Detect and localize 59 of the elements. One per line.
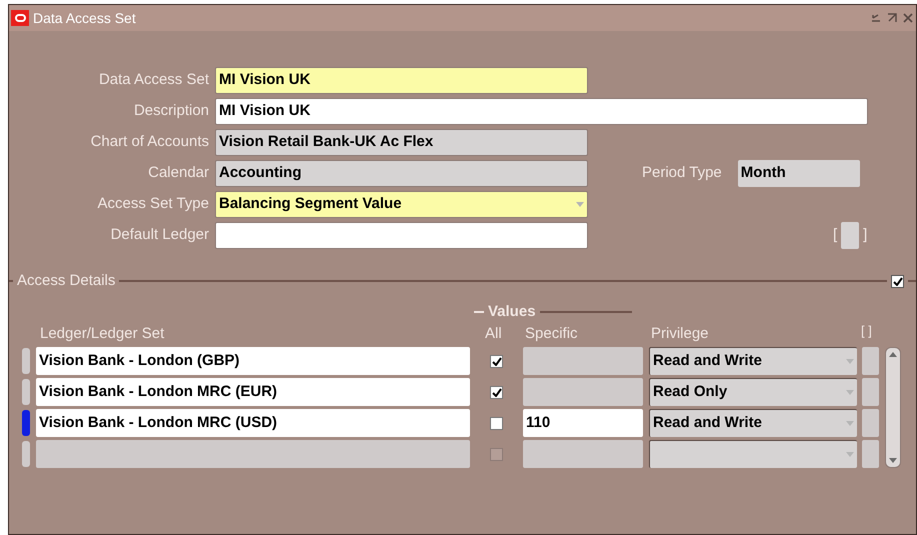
input-field[interactable] [523,378,643,406]
checkbox[interactable] [490,354,503,368]
scrollbar[interactable] [885,347,901,468]
bracket-text: ] [863,225,868,246]
field-label: Description [132,101,210,122]
column-header: Ledger/Ledger Set [40,324,166,344]
input-field[interactable] [523,440,643,468]
checkbox[interactable] [490,416,503,430]
input-field[interactable] [215,222,588,249]
caret-icon [846,359,854,364]
column-header: All [485,324,503,344]
input-field[interactable]: 110 [523,409,643,437]
field-label: Calendar [147,163,210,184]
scroll-up-icon[interactable] [888,350,898,358]
input-field[interactable]: Vision Bank - London MRC (EUR) [36,378,470,406]
input-field[interactable]: Month [738,160,860,187]
scroll-down-icon[interactable] [888,457,898,465]
field-label: Data Access Set [98,70,210,90]
checkbox[interactable] [891,274,904,288]
column-header: Privilege [651,324,710,344]
input-field[interactable]: Accounting [215,160,588,187]
flexfield-cell[interactable] [862,347,879,375]
bracket-text: [ [833,225,838,246]
input-field[interactable]: Vision Retail Bank-UK Ac Flex [215,129,588,156]
caret-icon [846,390,854,395]
dropdown-field[interactable]: Read and Write [649,347,857,375]
caret-icon [576,202,584,207]
app-logo-icon [11,10,29,26]
flexfield-cell[interactable] [862,409,879,437]
input-field[interactable]: Vision Bank - London MRC (USD) [36,409,470,437]
close-icon[interactable] [902,12,914,24]
dropdown-field[interactable] [649,440,857,468]
dropdown-field[interactable]: Read and Write [649,409,857,437]
input-field[interactable]: Vision Bank - London (GBP) [36,347,470,375]
row-indicator[interactable] [22,379,30,405]
field-label: Chart of Accounts [90,132,210,152]
checkbox[interactable] [490,386,503,398]
input-field[interactable]: MI Vision UK [215,98,868,125]
window-title: Data Access Set [33,8,136,28]
dropdown-field[interactable]: Read Only [649,378,857,406]
group-title: Values [487,302,537,322]
dropdown-field[interactable]: Balancing Segment Value [215,191,588,218]
flexfield-cell[interactable] [862,440,879,468]
input-field[interactable]: MI Vision UK [215,67,588,94]
maximize-icon[interactable] [886,12,898,24]
input-field[interactable] [523,347,643,375]
row-indicator[interactable] [22,410,30,436]
flexfield-cell[interactable] [862,378,879,406]
flexfield-label: [ ] [861,322,872,340]
caret-icon [846,421,854,426]
minimize-icon[interactable] [870,12,882,24]
row-indicator[interactable] [22,348,30,374]
field-label: Period Type [642,163,722,184]
field-label: Access Set Type [96,194,210,214]
field-label: Default Ledger [110,225,210,246]
column-header: Specific [525,324,579,344]
descriptive-flexfield[interactable] [841,222,860,249]
section-title: Access Details [16,270,116,291]
caret-icon [846,452,854,457]
